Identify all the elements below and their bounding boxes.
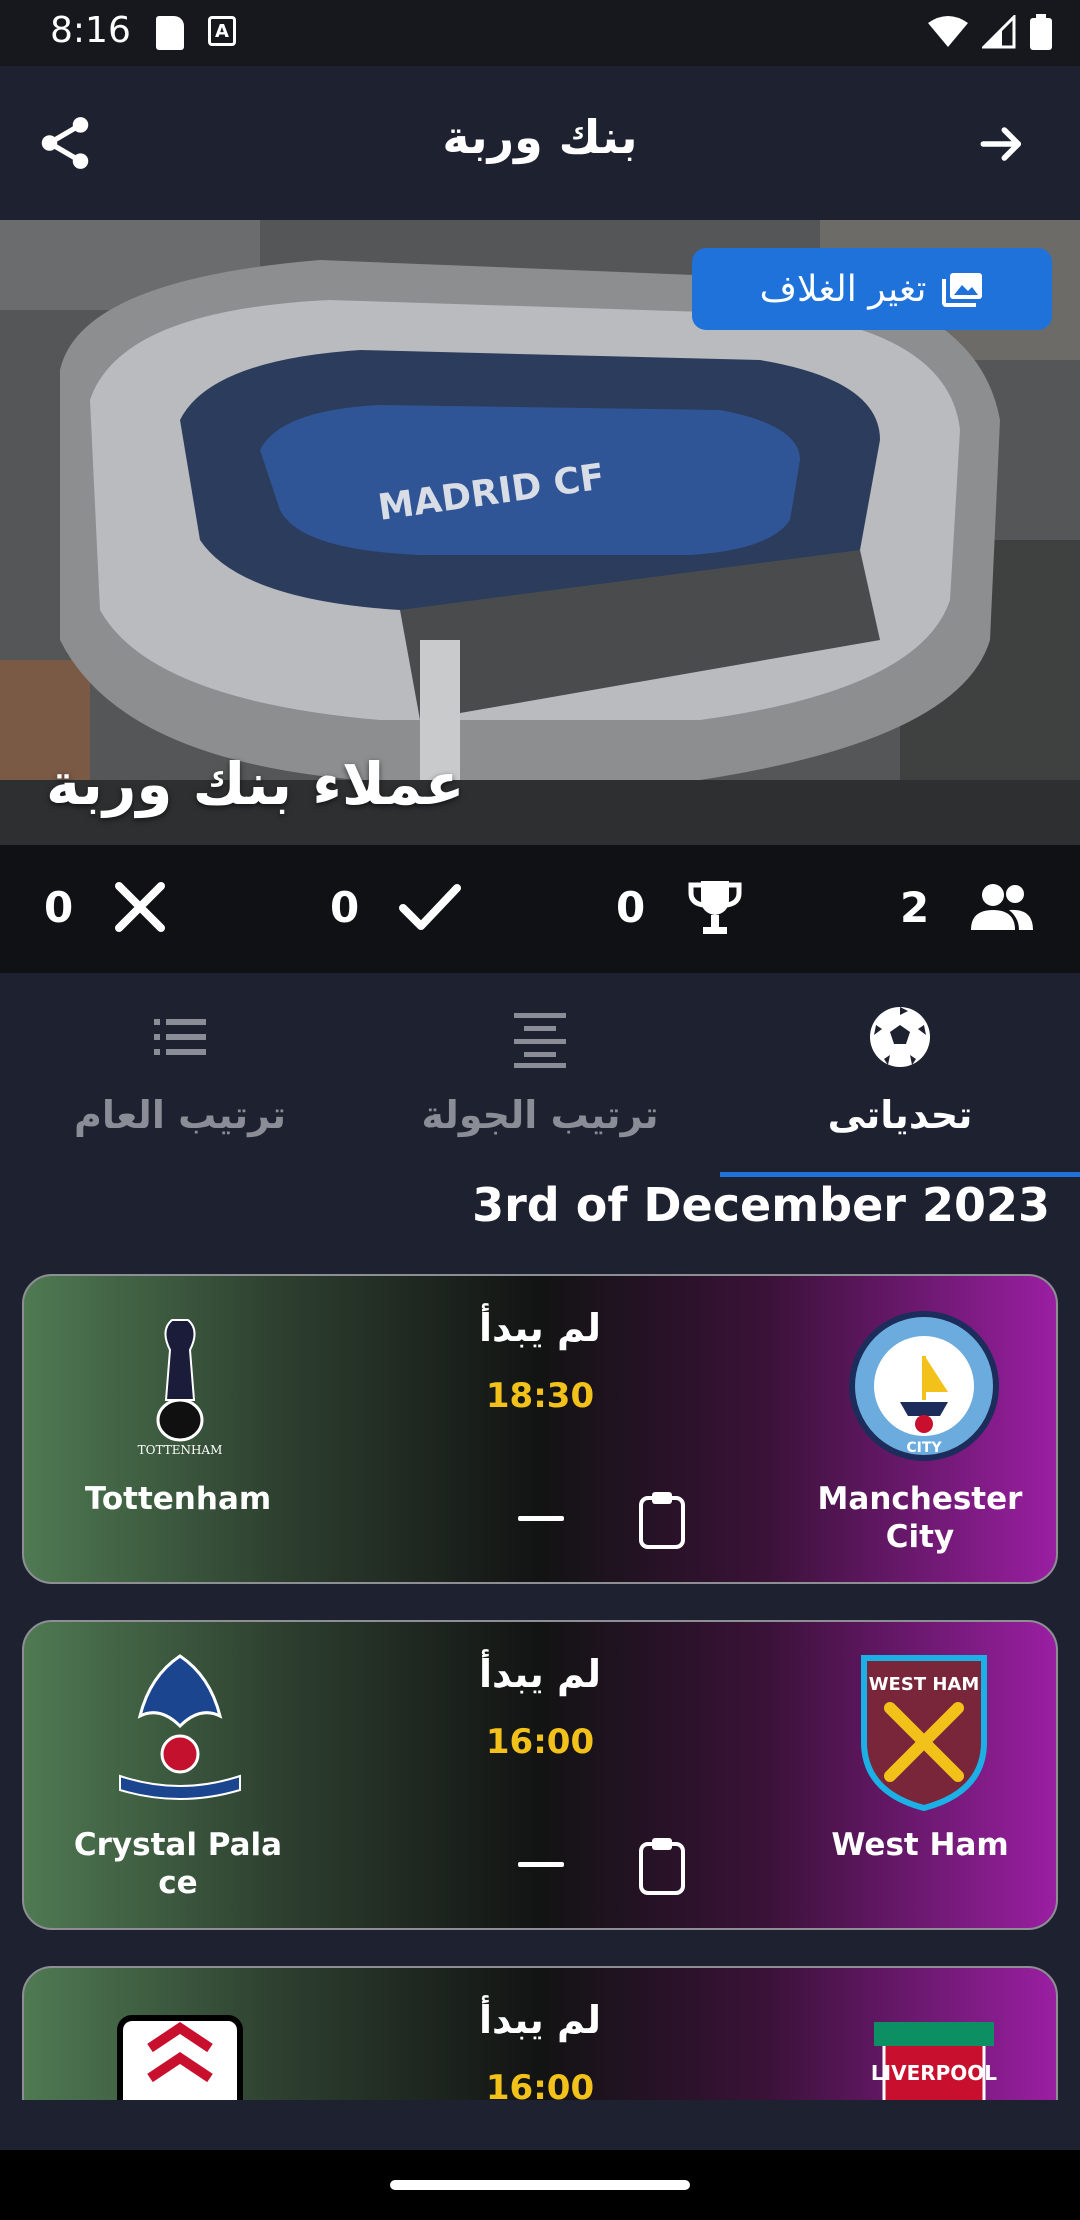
battery-icon [1030,14,1052,50]
tab-label: ترتيب العام [73,1093,286,1137]
system-nav-bar [0,2150,1080,2220]
notification-icons: A [156,16,236,50]
tab-my-challenges[interactable]: تحدياتى [720,973,1080,1177]
content-bottom-edge [0,2100,1080,2150]
check-icon [399,884,462,930]
members-count: 2 [900,882,930,932]
away-team-name: Tottenham [84,1481,272,1517]
app-header: بنك وربة [0,66,1080,220]
match-card[interactable]: Crystal Palace لم يبدأ 16:00 WEST HAM We… [22,1620,1058,1930]
clipboard-icon[interactable] [638,1836,686,1896]
signal-icon [982,15,1016,49]
change-cover-label: تغير الغلاف [759,268,927,310]
tab-round-ranking[interactable]: ترتيب الجولة [360,973,720,1177]
soccer-ball-icon [870,1007,930,1067]
tab-year-ranking[interactable]: ترتيب العام [0,973,360,1177]
back-arrow-icon[interactable] [974,116,1030,172]
sd-card-icon [156,16,184,50]
align-center-icon [514,1013,566,1068]
cover-image: MADRID CF تغير الغلاف عملاء بنك وربة [0,220,1080,845]
list-icon [154,1019,206,1055]
people-icon [971,884,1034,930]
gallery-icon [942,273,983,307]
members-stat: 2 [900,875,1035,939]
home-team-name: Manchester City [817,1481,1023,1555]
change-cover-button[interactable]: تغير الغلاف [692,248,1052,330]
wifi-icon [928,16,968,47]
manchester-city-logo: CITY [849,1311,999,1461]
wrong-stat: 0 [44,875,167,939]
tab-label: تحدياتى [827,1093,973,1137]
active-tab-indicator [720,1172,1080,1177]
trophy-icon [688,881,742,934]
close-icon [115,882,166,932]
svg-text:CITY: CITY [906,1440,942,1456]
score-placeholder [518,1516,564,1521]
svg-text:LIVERPOOL: LIVERPOOL [871,2061,997,2085]
stats-bar: 0 0 0 2 [0,845,1080,973]
date-heading: 3rd of December 2023 [472,1178,1050,1232]
status-time: 8:16 [50,10,131,51]
match-card[interactable]: TOTTENHAM Tottenham لم يبدأ 18:30 CITY M… [22,1274,1058,1584]
clipboard-icon[interactable] [638,1490,686,1550]
cover-caption: عملاء بنك وربة [46,750,465,818]
status-bar: 8:16 A [0,0,1080,66]
svg-text:TOTTENHAM: TOTTENHAM [138,1443,223,1457]
svg-text:WEST HAM: WEST HAM [869,1674,980,1695]
a-badge-icon: A [208,16,236,46]
correct-count: 0 [330,882,360,932]
tab-bar: ترتيب العام ترتيب الجولة تحدياتى [0,973,1080,1177]
west-ham-logo: WEST HAM [861,1655,987,1812]
trophy-stat: 0 [616,875,745,939]
system-icons [928,14,1052,50]
correct-stat: 0 [330,875,462,939]
wrong-count: 0 [44,882,74,932]
tab-label: ترتيب الجولة [421,1093,659,1137]
away-team-name: Crystal Palace [73,1827,283,1901]
score-placeholder [518,1862,564,1867]
home-gesture-bar[interactable] [390,2180,690,2190]
page-title: بنك وربة [442,110,638,164]
home-team-name: West Ham [831,1827,1009,1863]
trophy-count: 0 [616,882,646,932]
